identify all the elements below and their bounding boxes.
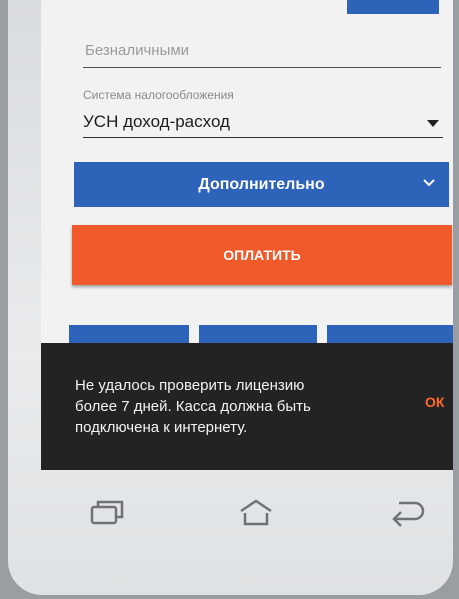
pay-button[interactable]: ОПЛАТИТЬ: [72, 225, 452, 285]
tax-system-label: Система налогообложения: [83, 88, 234, 102]
snackbar-ok-button[interactable]: ОК: [425, 394, 444, 410]
tax-system-underline: [83, 137, 443, 138]
snackbar-message: Не удалось проверить лицензию более 7 дн…: [75, 375, 375, 438]
payment-method-underline: [83, 67, 441, 68]
snackbar-line: Не удалось проверить лицензию: [75, 377, 305, 394]
payment-method-field[interactable]: Безналичными: [85, 42, 189, 59]
back-icon[interactable]: [389, 497, 427, 529]
snackbar: Не удалось проверить лицензию более 7 дн…: [41, 343, 453, 470]
bottom-tile-2[interactable]: [199, 325, 317, 345]
dropdown-arrow-icon: [427, 120, 439, 127]
tax-system-value: УСН доход-расход: [83, 112, 230, 131]
pay-button-label: ОПЛАТИТЬ: [223, 247, 301, 263]
snackbar-line: более 7 дней. Касса должна быть: [75, 398, 311, 415]
additional-button[interactable]: Дополнительно: [74, 162, 449, 207]
tax-system-select[interactable]: УСН доход-расход: [83, 112, 443, 136]
chevron-down-icon: [423, 179, 435, 187]
bottom-tile-3[interactable]: [327, 325, 453, 345]
phone-body: Безналичными Система налогообложения УСН…: [8, 0, 453, 595]
recent-apps-icon[interactable]: [88, 497, 126, 529]
home-icon[interactable]: [237, 497, 275, 529]
additional-button-label: Дополнительно: [198, 175, 325, 193]
top-button-edge[interactable]: [347, 0, 439, 14]
app-screen: Безналичными Система налогообложения УСН…: [41, 0, 453, 470]
snackbar-line: подключена к интернету.: [75, 419, 248, 436]
bottom-tile-1[interactable]: [69, 325, 189, 345]
